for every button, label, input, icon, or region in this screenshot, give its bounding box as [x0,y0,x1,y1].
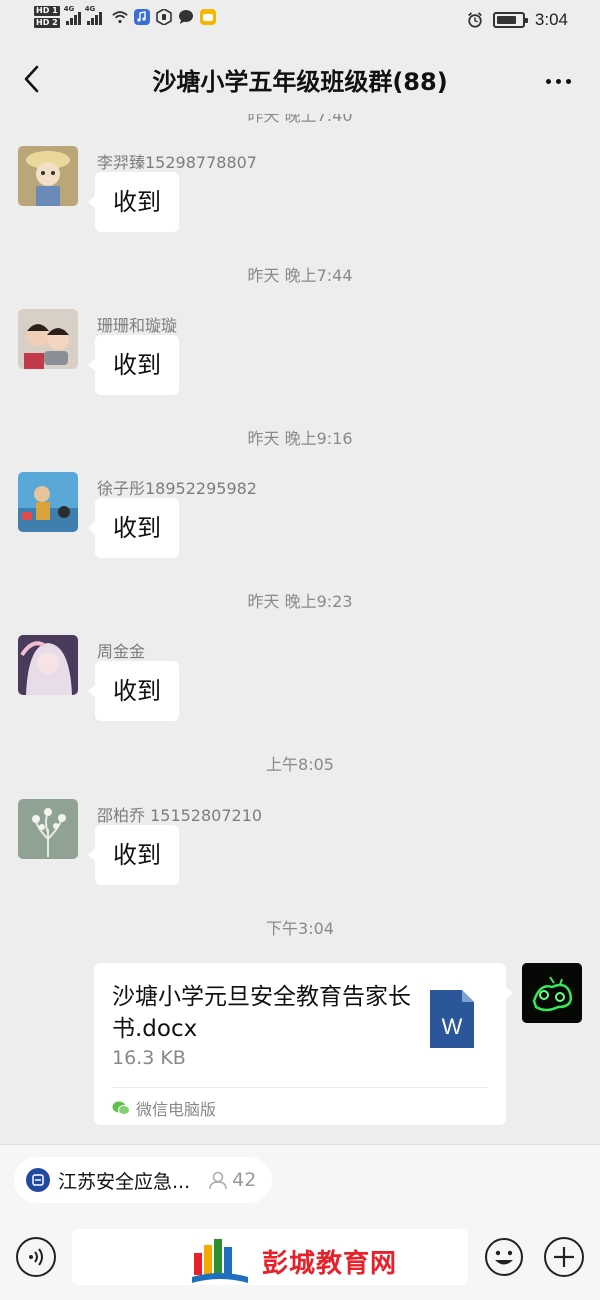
sender-name: 周金金 [97,642,146,661]
more-options-button[interactable] [538,66,578,96]
kids-avatar-image [18,309,78,369]
group-tool-chip[interactable]: 江苏安全应急... 42 [14,1157,273,1203]
battery-icon [492,12,528,28]
timestamp: 上午8:05 [266,755,334,774]
message-input[interactable]: 彭城教育网 [72,1229,468,1285]
sender-name: 徐子彤18952295982 [97,479,257,498]
anime-avatar-image [18,635,78,695]
yellow-app-icon [199,9,216,25]
status-time: 3:04 [534,10,568,29]
divider [112,1087,488,1088]
file-name: 沙塘小学元旦安全教育告家长书.docx [112,984,411,1042]
sender-name: 李羿臻15298778807 [97,153,257,172]
timestamp: 昨天 晚上9:16 [247,429,353,448]
avatar[interactable] [18,472,78,532]
app-badge-icon [26,1168,50,1192]
hand-app-icon [155,9,172,25]
file-source-label: 微信电脑版 [136,1100,217,1119]
book-logo-icon [192,1239,248,1283]
message-bubble[interactable]: 收到 [88,825,179,885]
sim1-label: HD 1 [34,6,60,16]
chat-app-icon [178,9,194,25]
chip-label: 江苏安全应急... [58,1170,191,1193]
avatar[interactable] [18,146,78,206]
status-bar-left: HD 1 HD 2 4G 4G [34,5,216,28]
message-list[interactable]: 昨天 晚上7:40 李羿臻15298778807 收到 昨天 晚上7:44 珊珊… [0,114,600,1144]
network2-label: 4G [84,5,96,13]
timestamp: 昨天 晚上9:23 [247,592,353,611]
voice-input-button[interactable] [16,1237,56,1277]
wechat-icon [112,1101,130,1115]
neon-avatar-image [522,963,582,1023]
person-icon [209,1171,227,1190]
watermark-text: 彭城教育网 [262,1248,398,1279]
word-icon-letter: W [442,1014,463,1039]
wifi-icon [111,9,128,25]
dot-icon [545,78,551,84]
chat-title: 沙塘小学五年级班级群(88) [152,68,448,96]
more-functions-button[interactable] [544,1237,584,1277]
flowers-avatar-image [18,799,78,859]
network1-label: 4G [63,5,75,13]
sim2-label: HD 2 [34,18,60,28]
sender-name: 邵柏乔 15152807210 [97,806,263,825]
file-message-card[interactable]: 沙塘小学元旦安全教育告家长书.docx 16.3 KB W 微信电脑版 [94,963,513,1125]
file-source: 微信电脑版 [112,1096,216,1120]
watermark-logo: 彭城教育网 [190,1235,397,1287]
file-size: 16.3 KB [112,1047,186,1069]
timestamp-partial: 昨天 晚上7:40 [247,114,353,125]
avatar[interactable] [18,635,78,695]
music-app-icon [133,9,150,25]
alarm-icon [467,12,483,28]
voice-icon [29,1248,43,1266]
avatar[interactable] [18,309,78,369]
battery-level [496,16,517,24]
message-bubble[interactable]: 收到 [88,335,179,395]
smiley-icon [485,1238,523,1276]
timestamp: 下午3:04 [266,919,334,938]
chat-header: 沙塘小学五年级班级群(88) [0,44,600,114]
sim-indicators: HD 1 HD 2 [34,6,60,28]
playground-avatar-image [18,472,78,532]
status-bar-right: 3:04 [467,10,568,30]
status-bar: HD 1 HD 2 4G 4G 3:04 [0,0,600,44]
doll-avatar-image [18,146,78,206]
emoji-button[interactable] [484,1237,524,1277]
my-avatar[interactable] [522,963,582,1023]
message-bubble[interactable]: 收到 [88,661,179,721]
avatar[interactable] [18,799,78,859]
timestamp: 昨天 晚上7:44 [247,266,353,285]
signal-2-icon: 4G [85,5,102,25]
plus-icon [554,1247,574,1267]
chip-count-value: 42 [232,1169,257,1191]
signal-1-icon: 4G [64,5,81,25]
dot-icon [555,78,561,84]
chip-count: 42 [208,1169,256,1191]
bottom-bar: 江苏安全应急... 42 彭城教育网 [0,1144,600,1300]
word-document-icon: W [430,990,474,1048]
message-bubble[interactable]: 收到 [88,498,179,558]
sender-name: 珊珊和璇璇 [97,316,178,335]
message-bubble[interactable]: 收到 [88,172,179,232]
dot-icon [565,78,571,84]
